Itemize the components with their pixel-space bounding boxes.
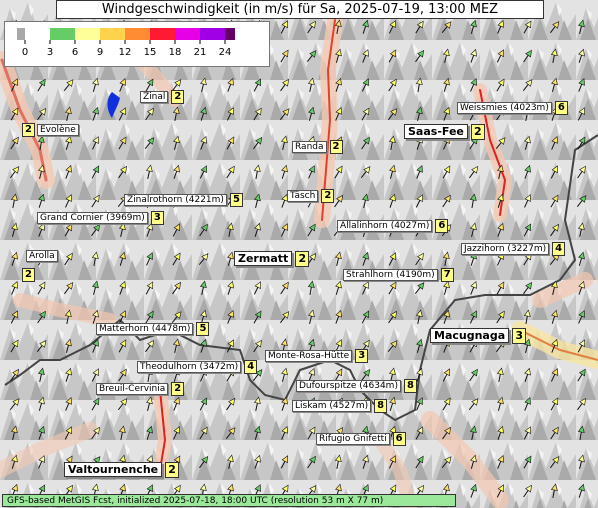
- place-name: Rifugio Gnifetti: [316, 433, 390, 445]
- legend-tick-label: 18: [169, 47, 182, 58]
- place-marker: Weissmies (4023m) 6: [457, 95, 568, 115]
- wind-speed-value: 2: [171, 382, 185, 396]
- place-name: Theodulhorn (3472m): [137, 361, 242, 373]
- place-marker: Saas-Fee 2: [404, 120, 485, 140]
- legend-swatch: [150, 28, 175, 40]
- place-marker: Jazzihorn (3227m) 4: [461, 236, 566, 256]
- wind-speed-value: 5: [229, 193, 243, 207]
- wind-speed-value: 3: [512, 328, 527, 344]
- wind-speed-value: 6: [554, 101, 568, 115]
- legend-tick-label: 9: [97, 47, 103, 58]
- place-marker: Dufourspitze (4634m) 8: [296, 373, 417, 393]
- legend-tick-label: 15: [144, 47, 157, 58]
- wind-speed-value: 2: [470, 124, 485, 140]
- place-marker: Valtournenche 2: [64, 458, 180, 478]
- legend-tick-label: 3: [47, 47, 53, 58]
- legend-swatch: [200, 28, 225, 40]
- legend-swatch: [100, 28, 125, 40]
- place-marker: Randa 2: [292, 134, 343, 154]
- legend-tick-label: 24: [219, 47, 232, 58]
- wind-speed-value: 8: [374, 399, 388, 413]
- place-name: Zinal: [140, 91, 169, 103]
- place-name: Dufourspitze (4634m): [296, 380, 401, 392]
- legend-swatch: [50, 28, 75, 40]
- place-marker: 2 Evolène: [22, 117, 79, 137]
- place-name: Jazzihorn (3227m): [461, 243, 550, 255]
- wind-speed-value: 4: [244, 360, 258, 374]
- place-name: Täsch: [287, 190, 319, 202]
- legend-tick-label: 0: [22, 47, 28, 58]
- place-marker: Liskam (4527m) 8: [292, 393, 388, 413]
- wind-speed-value: 2: [165, 462, 180, 478]
- place-marker: Zinalrothorn (4221m) 5: [124, 187, 243, 207]
- wind-speed-value: 2: [321, 189, 335, 203]
- wind-speed-value: 6: [435, 219, 449, 233]
- map-title: Windgeschwindigkeit (in m/s) für Sa, 202…: [56, 0, 544, 19]
- place-marker: Zinal 2: [140, 84, 185, 104]
- wind-speed-value: 2: [22, 123, 35, 137]
- place-name: Valtournenche: [64, 462, 163, 477]
- place-name: Randa: [292, 141, 327, 153]
- legend-swatch: [225, 28, 235, 40]
- legend-swatch: [175, 28, 200, 40]
- place-marker: Grand Cornier (3969m) 3: [37, 205, 164, 225]
- place-marker: Täsch 2: [287, 183, 335, 203]
- place-name: Liskam (4527m): [292, 400, 372, 412]
- place-name: Matterhorn (4478m): [96, 323, 194, 335]
- place-marker: Theodulhorn (3472m) 4: [137, 354, 258, 374]
- place-marker: Macugnaga 3: [430, 324, 527, 344]
- legend-color-scale: 0 3 6 9 12 15 18 21 24: [17, 28, 235, 58]
- wind-speed-value: 2: [171, 90, 185, 104]
- place-name: Weissmies (4023m): [457, 102, 552, 114]
- place-marker: Monte-Rosa-Hütte 3: [265, 343, 369, 363]
- wind-speed-value: 6: [392, 432, 406, 446]
- wind-speed-value: 3: [150, 211, 164, 225]
- legend-swatch: [17, 28, 25, 40]
- place-marker: Strahlhorn (4190m) 7: [343, 262, 454, 282]
- place-marker: Allalinhorn (4027m) 6: [337, 213, 449, 233]
- place-name: Strahlhorn (4190m): [343, 269, 438, 281]
- place-name: Breuil-Cervinia: [96, 383, 169, 395]
- place-name: Arolla: [26, 250, 58, 262]
- wind-speed-value: 4: [552, 242, 566, 256]
- legend-tick-label: 21: [194, 47, 207, 58]
- place-name: Macugnaga: [430, 328, 510, 343]
- wind-speed-value: 3: [355, 349, 369, 363]
- place-marker: Arolla 2: [22, 243, 58, 282]
- wind-speed-value: 7: [440, 268, 454, 282]
- place-name: Monte-Rosa-Hütte: [265, 350, 353, 362]
- wind-speed-legend: 0 3 6 9 12 15 18 21 24: [4, 21, 270, 67]
- place-marker: Breuil-Cervinia 2: [96, 376, 185, 396]
- place-marker: Matterhorn (4478m) 5: [96, 316, 210, 336]
- wind-speed-value: 5: [196, 322, 210, 336]
- wind-speed-value: 2: [329, 140, 343, 154]
- place-name: Grand Cornier (3969m): [37, 212, 148, 224]
- place-marker: Zermatt 2: [234, 247, 310, 267]
- wind-speed-value: 2: [22, 268, 35, 282]
- place-name: Allalinhorn (4027m): [337, 220, 433, 232]
- wind-speed-value: 2: [295, 251, 310, 267]
- legend-tick-label: 6: [72, 47, 78, 58]
- legend-swatch: [125, 28, 150, 40]
- wind-speed-value: 8: [403, 379, 417, 393]
- place-marker: Rifugio Gnifetti 6: [316, 426, 406, 446]
- place-name: Zermatt: [234, 251, 293, 266]
- place-name: Saas-Fee: [404, 124, 468, 139]
- place-name: Evolène: [37, 124, 79, 136]
- legend-swatch: [75, 28, 100, 40]
- legend-tick-label: 12: [119, 47, 132, 58]
- footer-credit: GFS-based MetGIS Fcst, initialized 2025-…: [2, 494, 456, 507]
